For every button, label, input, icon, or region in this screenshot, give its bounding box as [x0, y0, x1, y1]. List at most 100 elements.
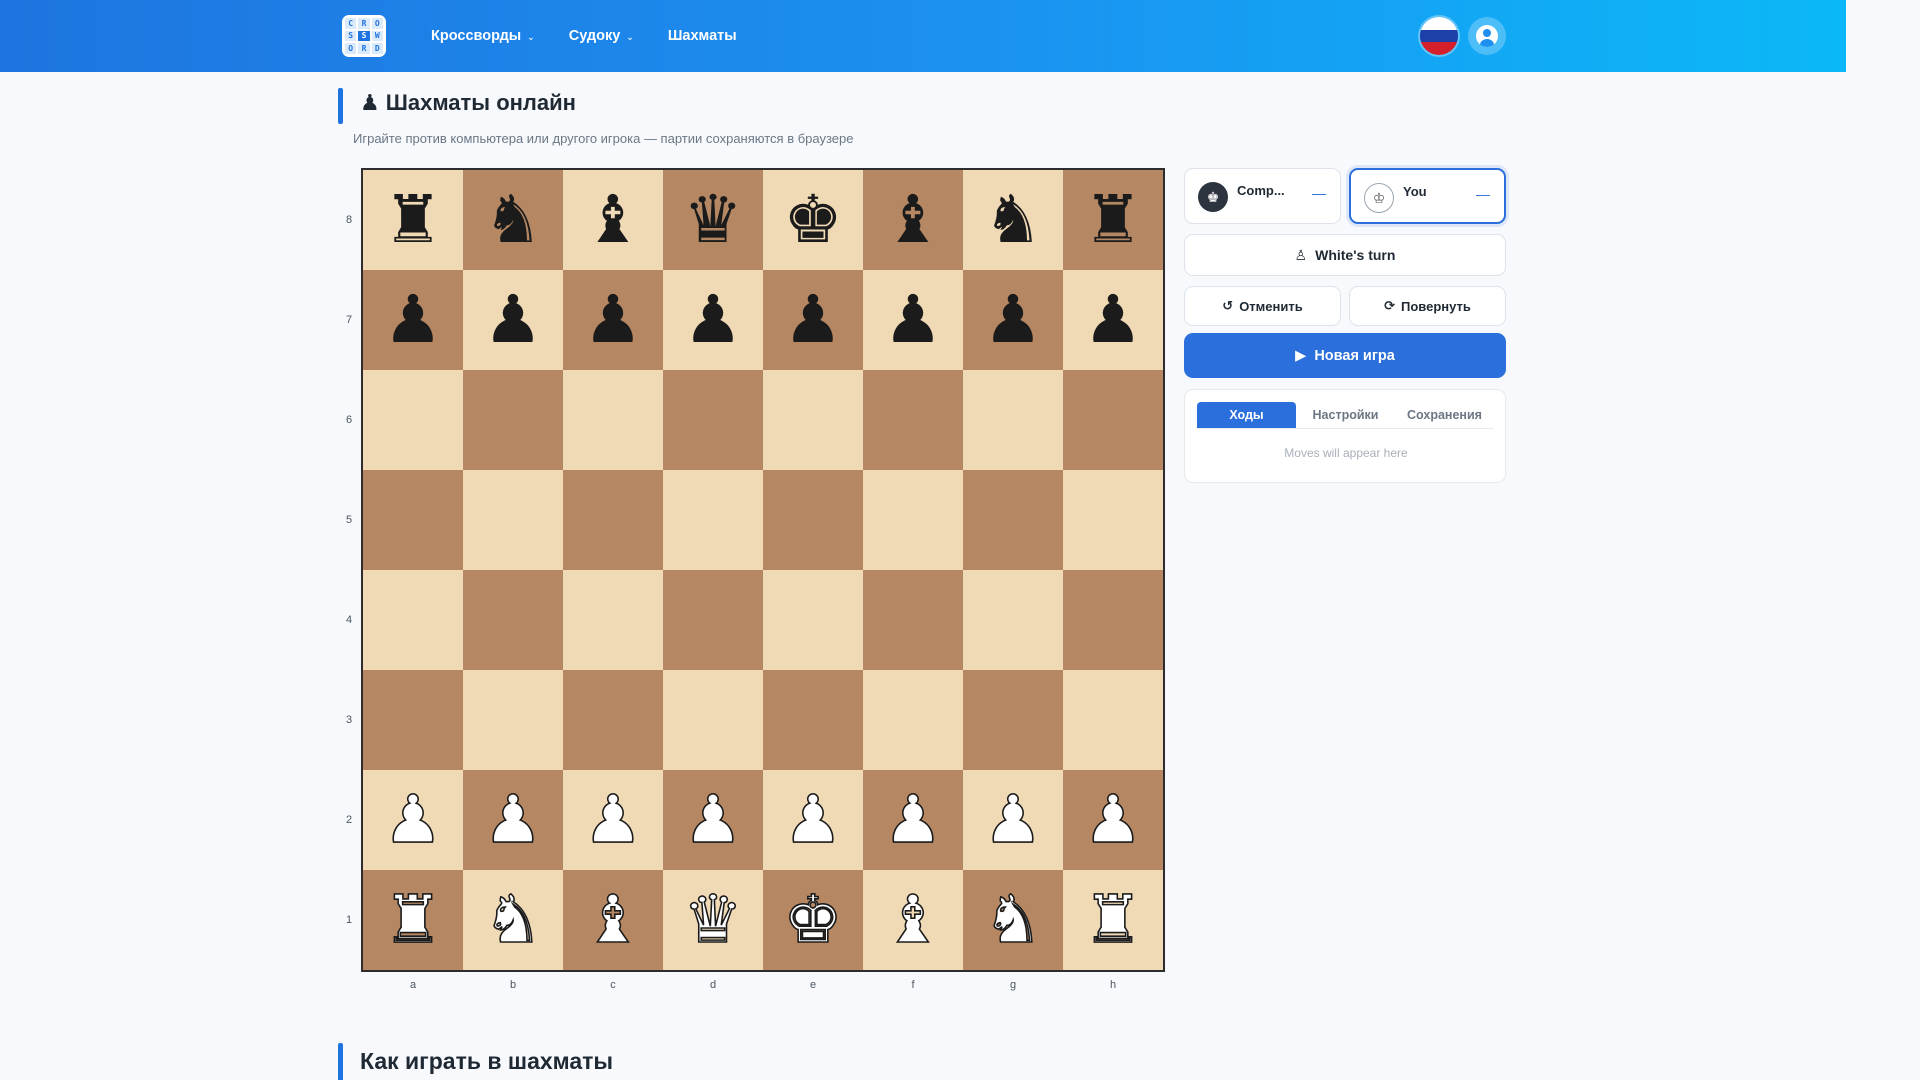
black-queen-icon[interactable]: ♛	[683, 187, 742, 253]
square-g8[interactable]: ♞	[963, 170, 1063, 270]
square-g6[interactable]	[963, 370, 1063, 470]
square-b5[interactable]	[463, 470, 563, 570]
black-bishop-icon[interactable]: ♝	[583, 187, 642, 253]
square-a2[interactable]: ♟	[363, 770, 463, 870]
square-h5[interactable]	[1063, 470, 1163, 570]
square-a4[interactable]	[363, 570, 463, 670]
user-account-button[interactable]	[1468, 17, 1506, 55]
chess-board[interactable]: ♜ ♞ ♝ ♛ ♚ ♝ ♞ ♜ ♟ ♟ ♟ ♟ ♟ ♟ ♟ ♟ ♟ ♟ ♟ ♟ ♟ ♟ ♟ ♟ ♜ ♞ ♝ ♛ ♚ ♝ ♞ ♜	[363, 170, 1163, 970]
new-game-button[interactable]: ▶ Новая игра	[1184, 333, 1506, 378]
square-d4[interactable]	[663, 570, 763, 670]
square-h3[interactable]	[1063, 670, 1163, 770]
square-b8[interactable]: ♞	[463, 170, 563, 270]
black-pawn-icon[interactable]: ♟	[1083, 287, 1142, 353]
black-rook-icon[interactable]: ♜	[1083, 187, 1142, 253]
square-h1[interactable]: ♜	[1063, 870, 1163, 970]
black-pawn-icon[interactable]: ♟	[883, 287, 942, 353]
black-king-icon[interactable]: ♚	[783, 187, 842, 253]
square-e5[interactable]	[763, 470, 863, 570]
black-pawn-icon[interactable]: ♟	[583, 287, 642, 353]
black-pawn-icon[interactable]: ♟	[683, 287, 742, 353]
tab-settings[interactable]: Настройки	[1296, 402, 1395, 428]
square-g5[interactable]	[963, 470, 1063, 570]
square-c4[interactable]	[563, 570, 663, 670]
square-b2[interactable]: ♟	[463, 770, 563, 870]
flip-board-button[interactable]: ⟳ Повернуть	[1349, 286, 1506, 326]
white-bishop-icon[interactable]: ♝	[583, 886, 644, 954]
square-f4[interactable]	[863, 570, 963, 670]
tab-saves[interactable]: Сохранения	[1395, 402, 1494, 428]
square-f1[interactable]: ♝	[863, 870, 963, 970]
square-d5[interactable]	[663, 470, 763, 570]
square-e1[interactable]: ♚	[763, 870, 863, 970]
square-h6[interactable]	[1063, 370, 1163, 470]
square-h4[interactable]	[1063, 570, 1163, 670]
nav-sudoku[interactable]: Судоку ⌄	[569, 28, 634, 44]
white-pawn-icon[interactable]: ♟	[683, 786, 744, 854]
black-pawn-icon[interactable]: ♟	[483, 287, 542, 353]
black-pawn-icon[interactable]: ♟	[383, 287, 442, 353]
russian-flag-icon[interactable]	[1420, 17, 1458, 55]
square-d6[interactable]	[663, 370, 763, 470]
white-pawn-icon[interactable]: ♟	[383, 786, 444, 854]
white-bishop-icon[interactable]: ♝	[883, 886, 944, 954]
nav-chess[interactable]: Шахматы	[668, 28, 737, 44]
square-f3[interactable]	[863, 670, 963, 770]
square-b1[interactable]: ♞	[463, 870, 563, 970]
square-b7[interactable]: ♟	[463, 270, 563, 370]
square-e2[interactable]: ♟	[763, 770, 863, 870]
square-c2[interactable]: ♟	[563, 770, 663, 870]
square-g4[interactable]	[963, 570, 1063, 670]
white-pawn-icon[interactable]: ♟	[1083, 786, 1144, 854]
square-c6[interactable]	[563, 370, 663, 470]
site-logo[interactable]: CROSSWORD	[342, 15, 386, 57]
black-pawn-icon[interactable]: ♟	[983, 287, 1042, 353]
square-c7[interactable]: ♟	[563, 270, 663, 370]
nav-crosswords[interactable]: Кроссворды ⌄	[431, 28, 535, 44]
white-king-icon[interactable]: ♚	[783, 886, 844, 954]
black-knight-icon[interactable]: ♞	[483, 187, 542, 253]
square-g7[interactable]: ♟	[963, 270, 1063, 370]
black-bishop-icon[interactable]: ♝	[883, 187, 942, 253]
square-c1[interactable]: ♝	[563, 870, 663, 970]
square-e7[interactable]: ♟	[763, 270, 863, 370]
square-g3[interactable]	[963, 670, 1063, 770]
square-d1[interactable]: ♛	[663, 870, 763, 970]
black-pawn-icon[interactable]: ♟	[783, 287, 842, 353]
square-e4[interactable]	[763, 570, 863, 670]
white-knight-icon[interactable]: ♞	[983, 886, 1044, 954]
white-queen-icon[interactable]: ♛	[683, 886, 744, 954]
square-a5[interactable]	[363, 470, 463, 570]
square-e3[interactable]	[763, 670, 863, 770]
black-knight-icon[interactable]: ♞	[983, 187, 1042, 253]
square-a7[interactable]: ♟	[363, 270, 463, 370]
square-h8[interactable]: ♜	[1063, 170, 1163, 270]
white-pawn-icon[interactable]: ♟	[883, 786, 944, 854]
square-d7[interactable]: ♟	[663, 270, 763, 370]
square-a8[interactable]: ♜	[363, 170, 463, 270]
square-b6[interactable]	[463, 370, 563, 470]
square-g2[interactable]: ♟	[963, 770, 1063, 870]
white-rook-icon[interactable]: ♜	[383, 886, 444, 954]
square-b3[interactable]	[463, 670, 563, 770]
tab-moves[interactable]: Ходы	[1197, 402, 1296, 428]
square-g1[interactable]: ♞	[963, 870, 1063, 970]
white-pawn-icon[interactable]: ♟	[783, 786, 844, 854]
square-h7[interactable]: ♟	[1063, 270, 1163, 370]
square-a3[interactable]	[363, 670, 463, 770]
black-rook-icon[interactable]: ♜	[383, 187, 442, 253]
undo-button[interactable]: ↺ Отменить	[1184, 286, 1341, 326]
white-pawn-icon[interactable]: ♟	[983, 786, 1044, 854]
white-knight-icon[interactable]: ♞	[483, 886, 544, 954]
square-e8[interactable]: ♚	[763, 170, 863, 270]
square-f6[interactable]	[863, 370, 963, 470]
square-h2[interactable]: ♟	[1063, 770, 1163, 870]
square-b4[interactable]	[463, 570, 563, 670]
square-f8[interactable]: ♝	[863, 170, 963, 270]
square-f7[interactable]: ♟	[863, 270, 963, 370]
square-a6[interactable]	[363, 370, 463, 470]
square-a1[interactable]: ♜	[363, 870, 463, 970]
square-c8[interactable]: ♝	[563, 170, 663, 270]
square-d8[interactable]: ♛	[663, 170, 763, 270]
square-c3[interactable]	[563, 670, 663, 770]
